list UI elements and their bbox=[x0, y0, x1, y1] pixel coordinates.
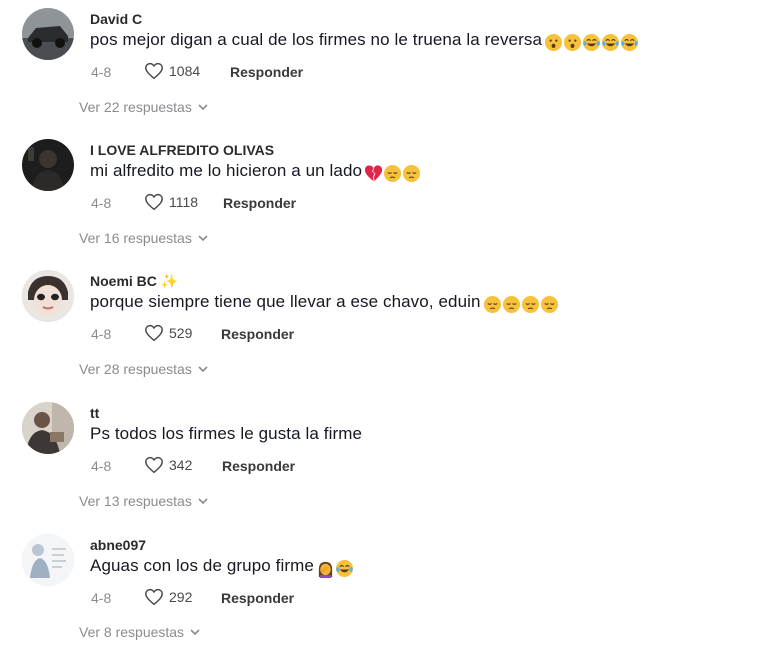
person-facepalming-icon bbox=[318, 561, 333, 578]
tears-of-joy-icon bbox=[335, 559, 353, 578]
view-replies-button[interactable]: Ver 28 respuestas bbox=[79, 361, 208, 377]
avatar[interactable] bbox=[22, 270, 74, 322]
pensive-face-icon bbox=[540, 295, 558, 314]
chevron-down-icon bbox=[198, 498, 208, 505]
avatar-image bbox=[22, 270, 74, 322]
emoji-group bbox=[364, 164, 421, 184]
comment-username[interactable]: tt bbox=[90, 405, 99, 421]
view-replies-button[interactable]: Ver 22 respuestas bbox=[79, 99, 208, 115]
comment-date: 4-8 bbox=[91, 590, 112, 606]
like-count: 1084 bbox=[169, 63, 201, 79]
pensive-face-icon bbox=[502, 295, 520, 314]
view-replies-label: Ver 8 respuestas bbox=[79, 624, 185, 640]
emoji-group bbox=[483, 295, 559, 315]
comment-text-body: porque siempre tiene que llevar a ese ch… bbox=[90, 292, 481, 311]
comment-text: mi alfredito me lo hicieron a un lado bbox=[90, 161, 421, 184]
tears-of-joy-icon bbox=[620, 33, 639, 52]
comment-text: porque siempre tiene que llevar a ese ch… bbox=[90, 292, 559, 315]
broken-heart-icon bbox=[365, 165, 383, 182]
chevron-down-icon bbox=[198, 366, 208, 373]
comment-date: 4-8 bbox=[91, 326, 112, 342]
chevron-down-icon bbox=[190, 629, 200, 636]
comment-item: I LOVE ALFREDITO OLIVAS mi alfredito me … bbox=[0, 131, 768, 262]
avatar-image bbox=[22, 139, 74, 191]
heart-outline-icon[interactable] bbox=[144, 193, 164, 211]
pensive-face-icon bbox=[403, 164, 421, 183]
avatar[interactable] bbox=[22, 534, 74, 586]
comment-text-body: Ps todos los firmes le gusta la firme bbox=[90, 424, 363, 443]
username-label: Noemi BC bbox=[90, 273, 157, 289]
comment-date: 4-8 bbox=[91, 64, 112, 80]
avatar[interactable] bbox=[22, 139, 74, 191]
comment-username[interactable]: abne097 bbox=[90, 537, 146, 553]
avatar[interactable] bbox=[22, 8, 74, 60]
sparkle-icon: ✨ bbox=[160, 273, 179, 289]
comment-username[interactable]: David C bbox=[90, 11, 142, 27]
comment-text: pos mejor digan a cual de los firmes no … bbox=[90, 30, 639, 53]
emoji-group bbox=[316, 559, 354, 579]
comment-item: David C pos mejor digan a cual de los fi… bbox=[0, 0, 768, 131]
comment-text: Aguas con los de grupo firme bbox=[90, 556, 354, 579]
avatar-image bbox=[22, 534, 74, 586]
comment-text-body: Aguas con los de grupo firme bbox=[90, 556, 314, 575]
reply-button[interactable]: Responder bbox=[221, 590, 294, 606]
reply-button[interactable]: Responder bbox=[230, 64, 303, 80]
tears-of-joy-icon bbox=[601, 33, 620, 52]
comment-item: abne097 Aguas con los de grupo firme 4-8… bbox=[0, 526, 768, 657]
pensive-face-icon bbox=[521, 295, 539, 314]
avatar-image bbox=[22, 8, 74, 60]
tears-of-joy-icon bbox=[582, 33, 601, 52]
reply-button[interactable]: Responder bbox=[221, 326, 294, 342]
like-count: 342 bbox=[169, 457, 193, 473]
view-replies-label: Ver 16 respuestas bbox=[79, 230, 192, 246]
comment-date: 4-8 bbox=[91, 195, 112, 211]
avatar-image bbox=[22, 402, 74, 454]
heart-outline-icon[interactable] bbox=[144, 588, 164, 606]
view-replies-label: Ver 22 respuestas bbox=[79, 99, 192, 115]
chevron-down-icon bbox=[198, 104, 208, 111]
view-replies-button[interactable]: Ver 16 respuestas bbox=[79, 230, 208, 246]
emoji-group bbox=[544, 33, 639, 53]
chevron-down-icon bbox=[198, 235, 208, 242]
view-replies-label: Ver 28 respuestas bbox=[79, 361, 192, 377]
like-count: 529 bbox=[169, 325, 193, 341]
comment-text: Ps todos los firmes le gusta la firme bbox=[90, 424, 362, 444]
reply-button[interactable]: Responder bbox=[223, 195, 296, 211]
pensive-face-icon bbox=[483, 295, 501, 314]
view-replies-label: Ver 13 respuestas bbox=[79, 493, 192, 509]
comment-text-body: pos mejor digan a cual de los firmes no … bbox=[90, 30, 543, 49]
heart-outline-icon[interactable] bbox=[144, 324, 164, 342]
view-replies-button[interactable]: Ver 13 respuestas bbox=[79, 493, 208, 509]
avatar[interactable] bbox=[22, 402, 74, 454]
pensive-face-icon bbox=[384, 164, 402, 183]
comment-text-body: mi alfredito me lo hicieron a un lado bbox=[90, 161, 363, 180]
heart-outline-icon[interactable] bbox=[144, 62, 164, 80]
reply-button[interactable]: Responder bbox=[222, 458, 295, 474]
comment-username[interactable]: I LOVE ALFREDITO OLIVAS bbox=[90, 142, 274, 158]
comment-item: tt Ps todos los firmes le gusta la firme… bbox=[0, 394, 768, 525]
like-count: 1118 bbox=[169, 194, 199, 210]
hushed-face-icon bbox=[544, 33, 563, 52]
comment-date: 4-8 bbox=[91, 458, 112, 474]
heart-outline-icon[interactable] bbox=[144, 456, 164, 474]
hushed-face-icon bbox=[563, 33, 582, 52]
like-count: 292 bbox=[169, 589, 193, 605]
comment-item: Noemi BC ✨ porque siempre tiene que lleva… bbox=[0, 262, 768, 393]
comment-username[interactable]: Noemi BC ✨ bbox=[90, 273, 178, 290]
view-replies-button[interactable]: Ver 8 respuestas bbox=[79, 624, 200, 640]
